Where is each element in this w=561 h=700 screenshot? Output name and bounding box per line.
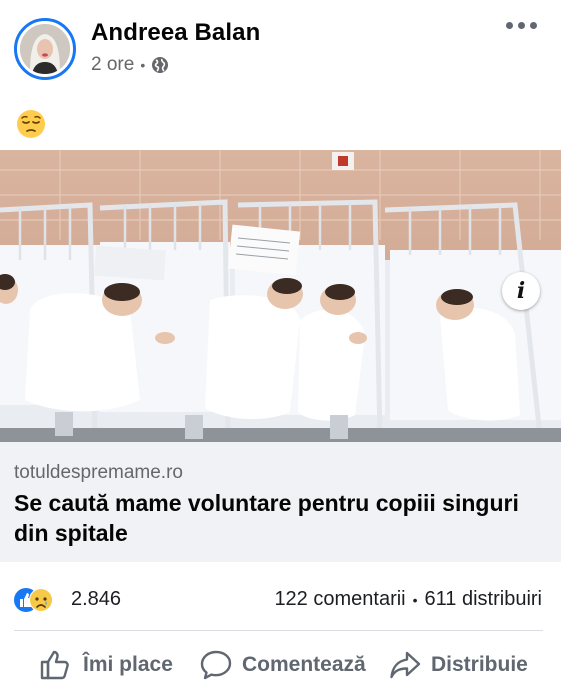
- like-label: Îmi place: [83, 653, 173, 676]
- link-preview-image[interactable]: [0, 150, 561, 442]
- meta-separator: •: [140, 57, 146, 73]
- info-button[interactable]: i: [502, 272, 540, 310]
- globe-icon: [152, 57, 169, 73]
- reaction-count[interactable]: 2.846: [71, 588, 121, 611]
- more-options-button[interactable]: [506, 22, 537, 29]
- comment-icon: [200, 650, 232, 680]
- author-name[interactable]: Andreea Balan: [91, 19, 260, 47]
- comments-count[interactable]: 122 comentarii: [274, 588, 405, 611]
- link-domain: totuldespremame.ro: [14, 462, 183, 483]
- post-stats: 2.846 122 comentarii • 611 distribuiri: [0, 580, 561, 620]
- reactions-summary[interactable]: [14, 586, 54, 614]
- counts-separator: •: [412, 591, 418, 608]
- post-actions: Îmi place Comentează Distribuie: [0, 630, 561, 700]
- share-arrow-icon: [390, 651, 421, 679]
- share-label: Distribuie: [431, 653, 528, 676]
- comment-button[interactable]: Comentează: [200, 642, 366, 688]
- post-meta: 2 ore •: [91, 54, 169, 76]
- link-headline[interactable]: Se caută mame voluntare pentru copiii si…: [14, 488, 549, 548]
- thumbs-up-icon: [40, 650, 69, 680]
- more-horizontal-icon: [506, 22, 513, 29]
- comment-label: Comentează: [242, 653, 366, 676]
- avatar-image: [20, 24, 70, 74]
- share-button[interactable]: Distribuie: [389, 642, 528, 688]
- actions-divider: [14, 630, 543, 631]
- post-time[interactable]: 2 ore: [91, 54, 134, 76]
- link-preview[interactable]: totuldespremame.ro Se caută mame volunta…: [0, 442, 561, 562]
- pensive-face-emoji: [17, 110, 45, 138]
- like-button[interactable]: Îmi place: [39, 642, 173, 688]
- sad-reaction-icon: [29, 588, 53, 612]
- avatar[interactable]: [14, 18, 76, 80]
- post-header: Andreea Balan 2 ore •: [0, 0, 561, 100]
- engagement-counts: 122 comentarii • 611 distribuiri: [274, 588, 542, 611]
- shares-count[interactable]: 611 distribuiri: [425, 588, 542, 611]
